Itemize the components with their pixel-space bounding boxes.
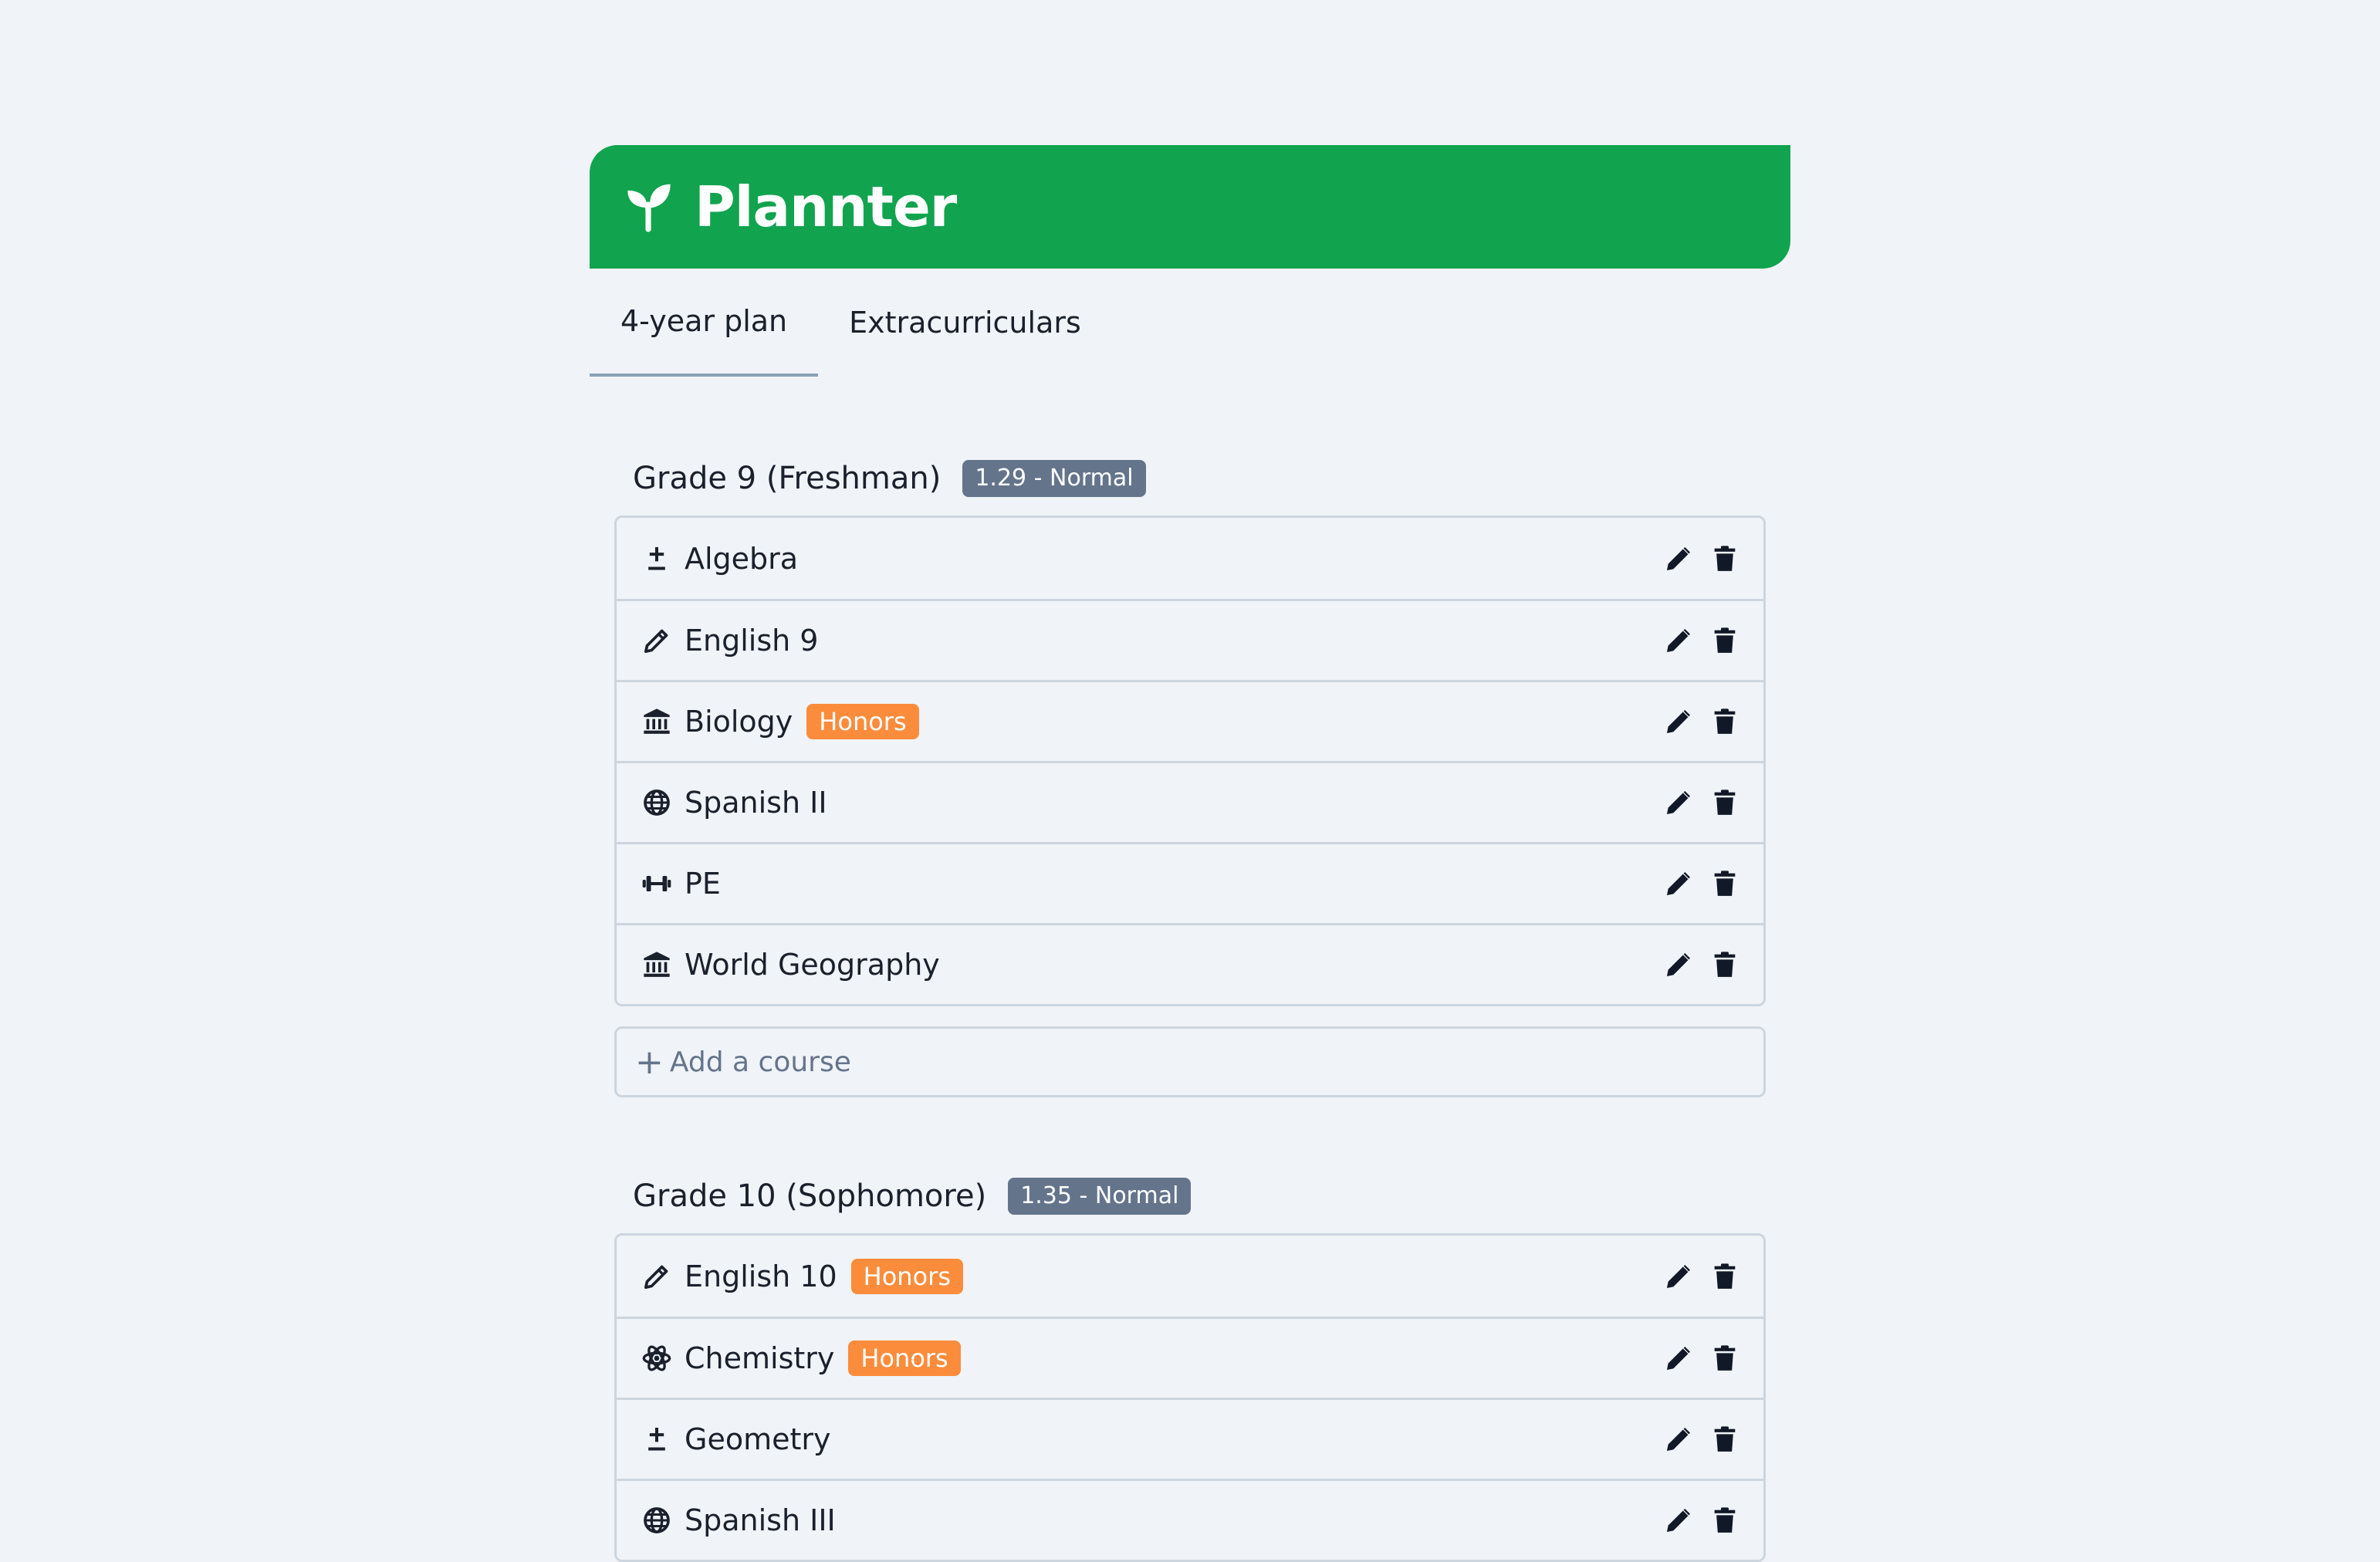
trash-icon[interactable] [1709,1343,1740,1374]
institution-icon [641,706,672,737]
trash-icon[interactable] [1709,706,1740,737]
atom-icon [641,1343,672,1374]
institution-icon [641,949,672,980]
course-name: Spanish III [685,1503,836,1537]
course-row: Algebra [617,518,1763,599]
course-name: Biology [685,705,793,739]
course-name: World Geography [685,948,940,982]
honors-badge: Honors [848,1341,961,1376]
grade-header: Grade 9 (Freshman) 1.29 - Normal [633,457,1766,500]
trash-icon[interactable] [1709,1424,1740,1455]
grade-title: Grade 10 (Sophomore) [633,1178,987,1214]
course-name: English 9 [685,624,819,658]
gpa-badge: 1.35 - Normal [1008,1178,1192,1215]
course-row: Biology Honors [617,680,1763,761]
edit-icon[interactable] [1663,1261,1694,1292]
plus-minus-icon [641,1424,672,1455]
course-row: PE [617,842,1763,923]
course-list: Algebra English 9 Biology Honors Spanish… [614,516,1766,1006]
edit-icon[interactable] [1663,706,1694,737]
globe-icon [641,787,672,818]
grade-title: Grade 9 (Freshman) [633,461,942,496]
pencil-icon [641,625,672,656]
edit-icon[interactable] [1663,543,1694,574]
app-header: Plannter [590,145,1790,269]
trash-icon[interactable] [1709,868,1740,899]
honors-badge: Honors [850,1258,963,1294]
add-course-button[interactable]: + Add a course [614,1026,1766,1097]
edit-icon[interactable] [1663,625,1694,656]
edit-icon[interactable] [1663,1343,1694,1374]
sprout-icon [619,177,679,237]
edit-icon[interactable] [1663,1505,1694,1536]
course-name: Chemistry [685,1341,835,1375]
app-title: Plannter [695,174,957,239]
course-name: Geometry [685,1422,831,1456]
course-row: Chemistry Honors [617,1317,1763,1398]
trash-icon[interactable] [1709,543,1740,574]
tab-extracurriculars[interactable]: Extracurriculars [818,269,1112,377]
grade-section: Grade 10 (Sophomore) 1.35 - Normal Engli… [614,1175,1766,1562]
dumbbell-icon [641,868,672,899]
course-row: Spanish II [617,761,1763,842]
course-row: English 10 Honors [617,1236,1763,1317]
tab-bar: 4-year plan Extracurriculars [590,269,1790,377]
globe-icon [641,1505,672,1536]
course-name: English 10 [685,1259,837,1293]
app-container: Plannter 4-year plan Extracurriculars Gr… [590,145,1790,1562]
trash-icon[interactable] [1709,1261,1740,1292]
trash-icon[interactable] [1709,787,1740,818]
trash-icon[interactable] [1709,949,1740,980]
course-list: English 10 Honors Chemistry Honors Geome… [614,1233,1766,1562]
course-name: Algebra [685,541,799,576]
edit-icon[interactable] [1663,868,1694,899]
tab-4-year-plan[interactable]: 4-year plan [590,269,819,377]
grade-section: Grade 9 (Freshman) 1.29 - Normal Algebra… [614,457,1766,1097]
pencil-icon [641,1261,672,1292]
course-row: World Geography [617,923,1763,1004]
edit-icon[interactable] [1663,1424,1694,1455]
plus-minus-icon [641,543,672,574]
course-row: Geometry [617,1398,1763,1479]
course-name: PE [685,867,721,901]
edit-icon[interactable] [1663,787,1694,818]
trash-icon[interactable] [1709,1505,1740,1536]
edit-icon[interactable] [1663,949,1694,980]
honors-badge: Honors [806,704,919,739]
gpa-badge: 1.29 - Normal [962,460,1146,497]
plus-icon: + [635,1042,664,1082]
add-course-label: Add a course [669,1046,851,1078]
course-row: Spanish III [617,1479,1763,1560]
course-name: Spanish II [685,786,827,820]
course-row: English 9 [617,599,1763,680]
grade-header: Grade 10 (Sophomore) 1.35 - Normal [633,1175,1766,1218]
trash-icon[interactable] [1709,625,1740,656]
